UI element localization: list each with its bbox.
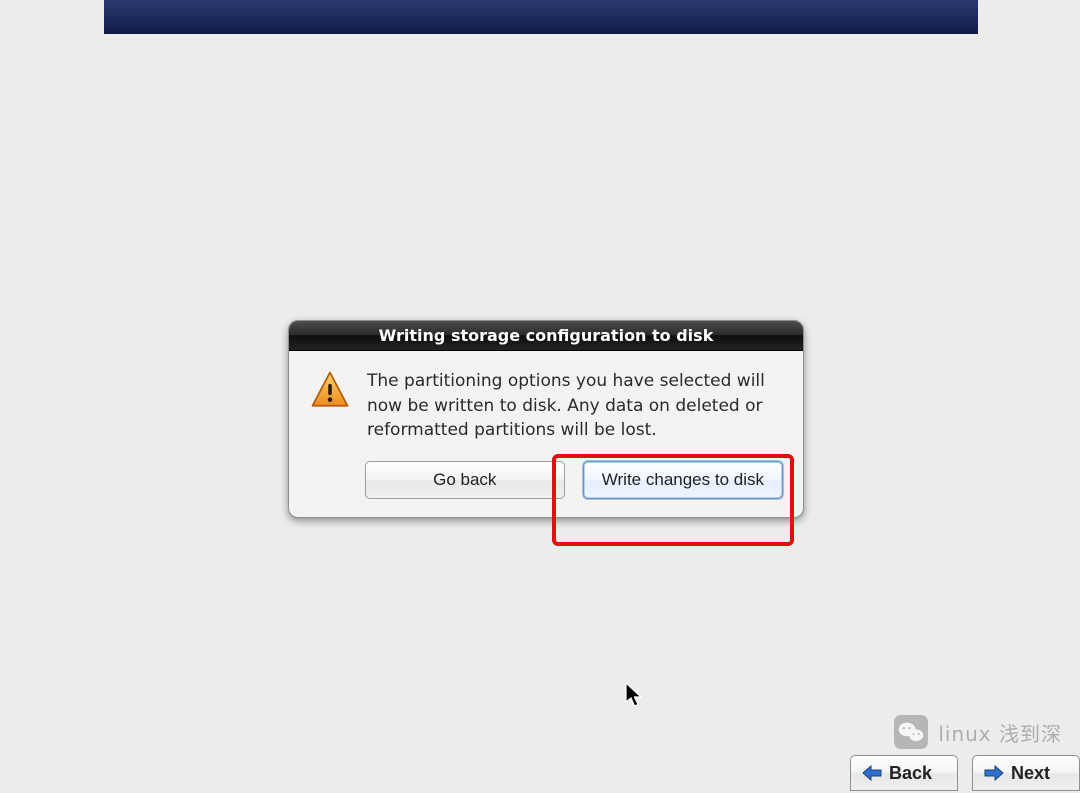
next-button-label: Next — [1011, 763, 1050, 784]
arrow-right-icon — [983, 764, 1005, 782]
arrow-left-icon — [861, 764, 883, 782]
back-button[interactable]: Back — [850, 755, 958, 791]
write-config-dialog: Writing storage configuration to disk Th… — [288, 320, 804, 518]
write-changes-button[interactable]: Write changes to disk — [583, 461, 783, 499]
dialog-body: The partitioning options you have select… — [289, 351, 803, 447]
nav-bar: Back Next — [850, 755, 1080, 793]
back-button-label: Back — [889, 763, 932, 784]
dialog-buttons: Go back Write changes to disk — [289, 447, 803, 517]
watermark: linux 浅到深 — [894, 715, 1062, 749]
installer-screen: Writing storage configuration to disk Th… — [0, 0, 1080, 793]
warning-icon — [309, 369, 351, 411]
mouse-cursor-icon — [625, 682, 643, 708]
wechat-icon — [894, 715, 928, 749]
header-strip — [104, 0, 978, 34]
go-back-button[interactable]: Go back — [365, 461, 565, 499]
dialog-message: The partitioning options you have select… — [367, 369, 783, 443]
dialog-title: Writing storage configuration to disk — [289, 321, 803, 351]
watermark-text: linux 浅到深 — [938, 718, 1062, 747]
next-button[interactable]: Next — [972, 755, 1080, 791]
